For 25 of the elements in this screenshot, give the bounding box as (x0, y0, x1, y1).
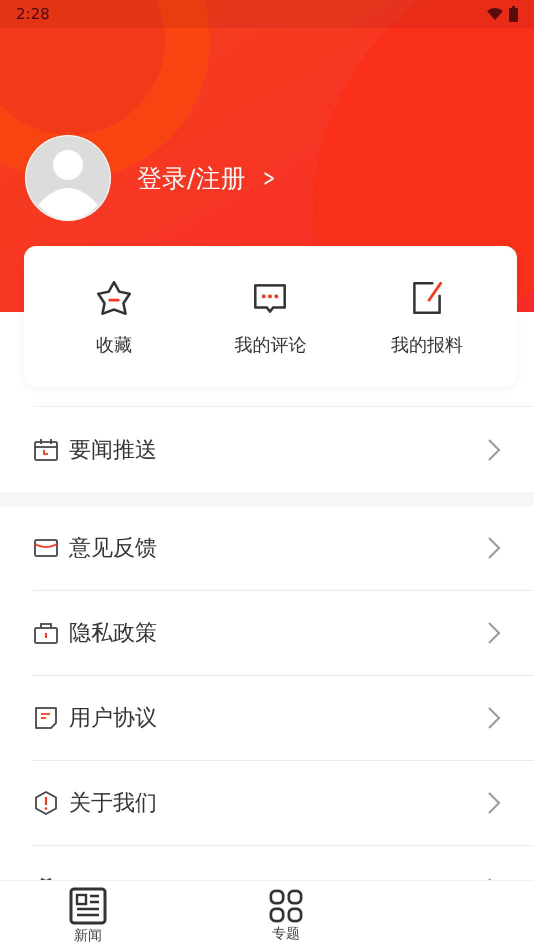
bag-icon (33, 620, 59, 646)
calendar-icon (33, 436, 59, 462)
newspaper-icon (69, 886, 107, 924)
chevron-icon (487, 621, 501, 645)
menu-item[interactable]: 用户协议 (33, 676, 534, 761)
warning-icon (33, 790, 59, 816)
menu-item[interactable]: 隐私政策 (33, 591, 534, 676)
login-link[interactable]: 登录/注册 > (137, 162, 280, 194)
chevron-icon (487, 706, 501, 730)
chevron-icon (487, 536, 501, 560)
shortcut-button[interactable]: 我的报料 (366, 246, 487, 387)
shortcut-button[interactable]: 收藏 (54, 246, 174, 387)
note-icon (33, 705, 59, 731)
chevron-icon (487, 791, 501, 815)
menu-item[interactable]: 关于我们 (33, 761, 534, 846)
tab[interactable]: 专题 (248, 881, 324, 950)
shortcut-button[interactable]: 我的评论 (210, 246, 330, 387)
wifi-icon (487, 8, 503, 20)
battery-icon (509, 6, 518, 22)
status-time: 2:28 (16, 5, 50, 23)
grid-icon (269, 888, 303, 922)
chevron-icon (487, 438, 501, 462)
menu-item[interactable]: 要闻推送 (33, 407, 534, 492)
menu-item[interactable]: 意见反馈 (33, 506, 534, 591)
tab[interactable]: 新闻 (50, 881, 126, 950)
